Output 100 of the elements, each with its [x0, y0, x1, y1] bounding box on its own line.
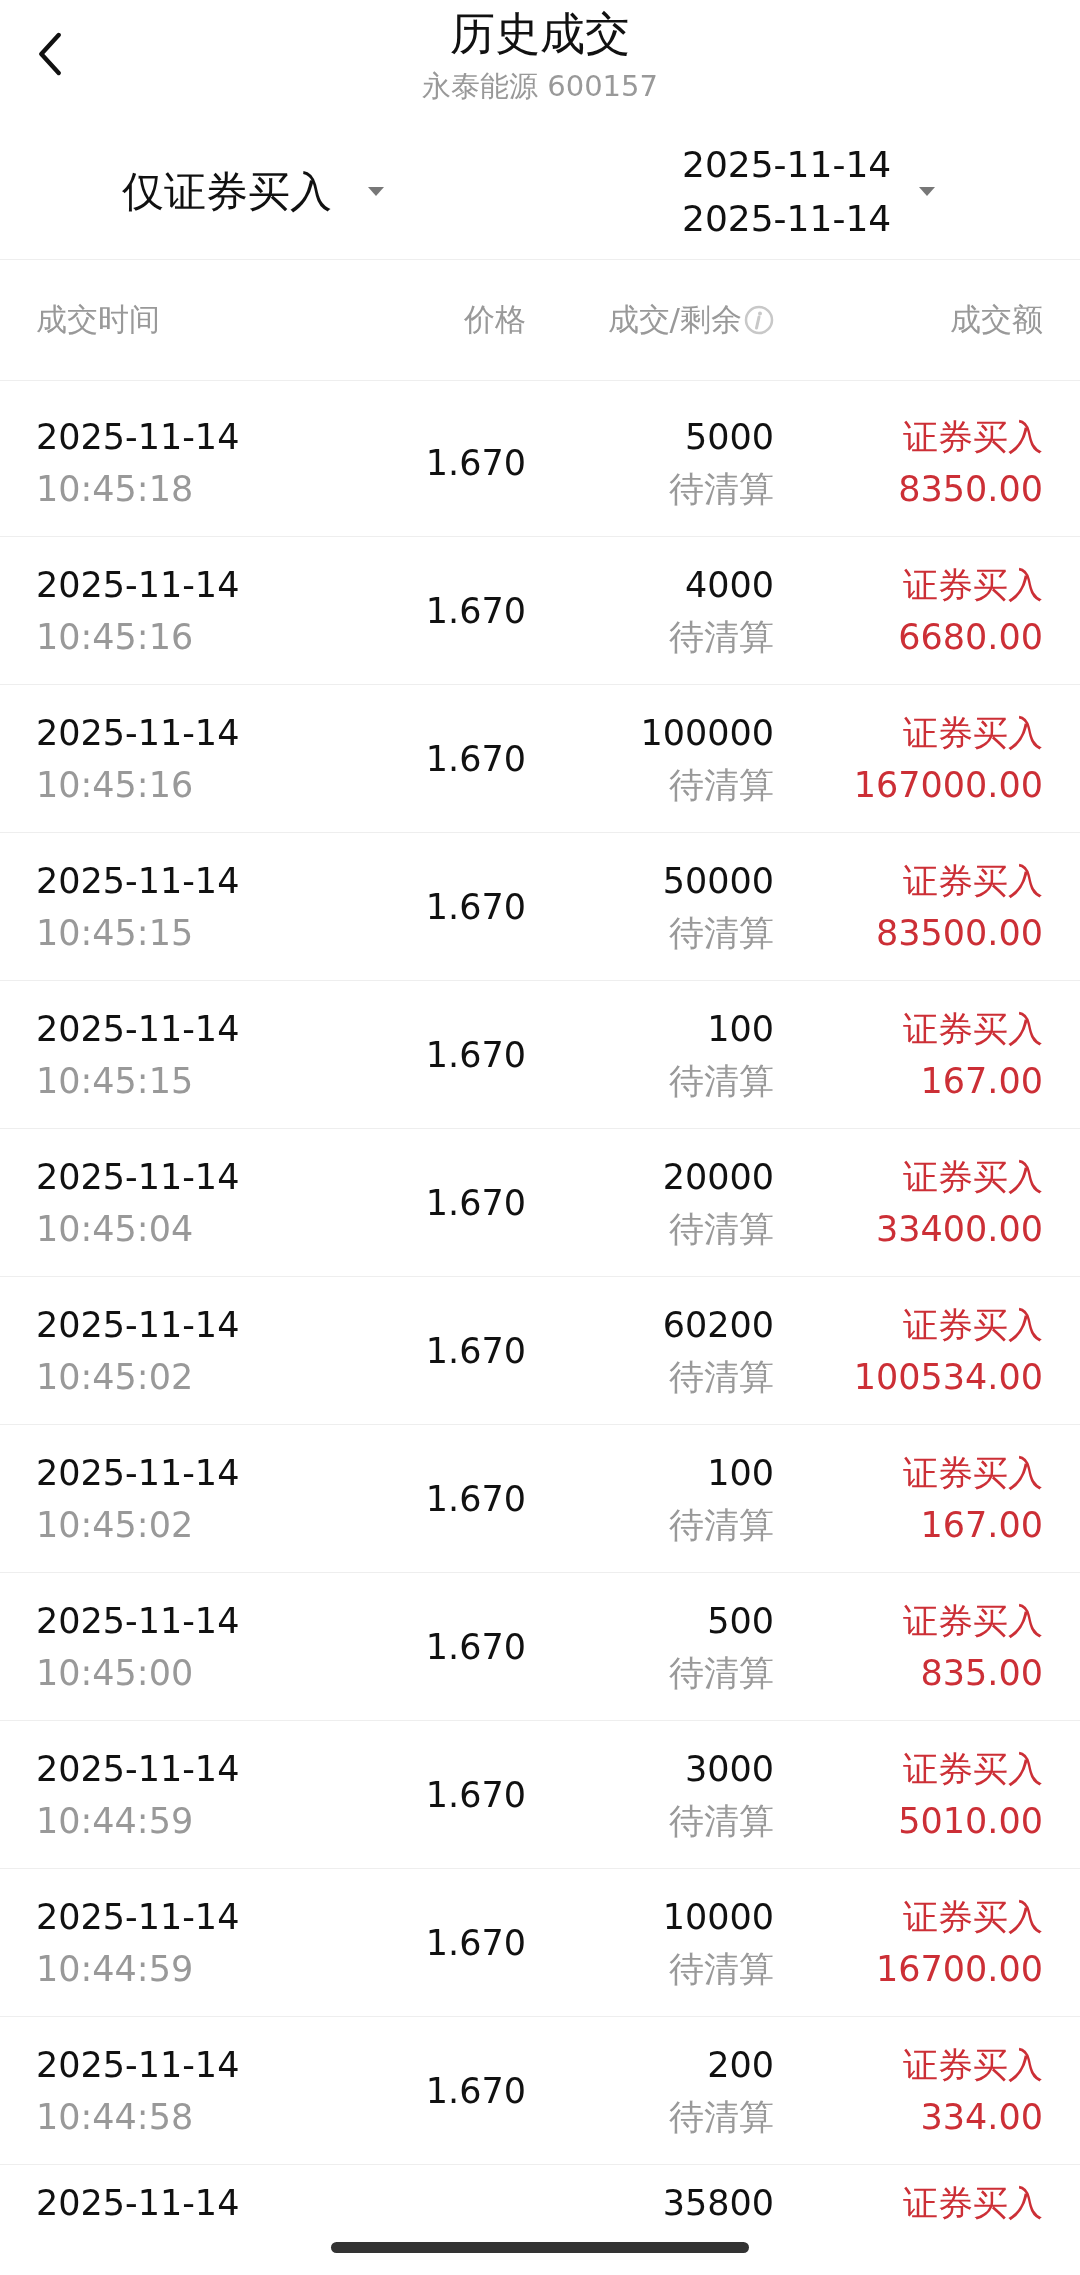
trade-volume: 5000 [684, 415, 774, 459]
trade-side: 证券买入 [903, 1451, 1043, 1495]
settlement-status: 待清算 [669, 1355, 774, 1399]
trade-date: 2025-11-14 [36, 1895, 240, 1939]
trade-volume: 500 [707, 1599, 774, 1643]
end-date: 2025-11-14 [682, 196, 892, 241]
trade-side: 证券买入 [903, 711, 1043, 755]
trade-volume: 100000 [640, 711, 774, 755]
column-header: 成交时间 [36, 300, 161, 339]
trade-amount: 8350.00 [898, 467, 1043, 511]
settlement-status: 待清算 [669, 1947, 774, 1991]
trade-date: 2025-11-14 [36, 2043, 240, 2087]
trade-time: 10:45:18 [36, 467, 194, 511]
type-filter-label: 仅证券买入 [122, 165, 332, 218]
trade-amount: 167000.00 [853, 763, 1043, 807]
trade-price: 1.670 [425, 1033, 526, 1077]
trade-volume: 3000 [684, 1747, 774, 1791]
trade-side: 证券买入 [903, 1895, 1043, 1939]
trade-side: 证券买入 [903, 563, 1043, 607]
trade-volume: 35800 [662, 2182, 774, 2225]
trade-date: 2025-11-14 [36, 563, 240, 607]
column-header: 成交/剩余 [607, 300, 742, 339]
trade-time: 10:45:15 [36, 911, 194, 955]
trade-side: 证券买入 [903, 1007, 1043, 1051]
back-icon[interactable] [37, 32, 63, 76]
trade-date: 2025-11-14 [36, 1155, 240, 1199]
trade-volume: 60200 [662, 1303, 774, 1347]
settlement-status: 待清算 [669, 2095, 774, 2139]
trade-amount: 5010.00 [898, 1799, 1043, 1843]
trade-time: 10:45:00 [36, 1651, 194, 1695]
trade-time: 10:45:04 [36, 1207, 194, 1251]
settlement-status: 待清算 [669, 1207, 774, 1251]
trade-volume: 20000 [662, 1155, 774, 1199]
trade-date: 2025-11-14 [36, 1451, 240, 1495]
trade-amount: 83500.00 [876, 911, 1043, 955]
trade-side: 证券买入 [903, 859, 1043, 903]
trade-price: 1.670 [425, 1773, 526, 1817]
trade-time: 10:45:15 [36, 1059, 194, 1103]
settlement-status: 待清算 [669, 615, 774, 659]
trade-time: 10:45:16 [36, 763, 194, 807]
trade-price: 1.670 [425, 737, 526, 781]
trade-volume: 100 [707, 1007, 774, 1051]
settlement-status: 待清算 [669, 1799, 774, 1843]
trade-price: 1.670 [425, 1477, 526, 1521]
trade-volume: 50000 [662, 859, 774, 903]
trade-price: 1.670 [425, 885, 526, 929]
trade-amount: 167.00 [920, 1059, 1043, 1103]
settlement-status: 待清算 [669, 763, 774, 807]
trade-price: 1.670 [425, 441, 526, 485]
trade-time: 10:45:16 [36, 615, 194, 659]
settlement-status: 待清算 [669, 911, 774, 955]
trade-amount: 6680.00 [898, 615, 1043, 659]
trade-side: 证券买入 [903, 1303, 1043, 1347]
page-title: 历史成交 [450, 6, 630, 62]
trade-volume: 4000 [684, 563, 774, 607]
column-header: 成交额 [950, 300, 1043, 339]
settlement-status: 待清算 [669, 467, 774, 511]
trade-volume: 200 [707, 2043, 774, 2087]
date-range-dropdown[interactable]: 2025-11-14 2025-11-14 [682, 137, 936, 246]
trade-side: 证券买入 [903, 415, 1043, 459]
trade-price: 1.670 [425, 1329, 526, 1373]
trade-amount: 835.00 [920, 1651, 1043, 1695]
trade-amount: 100534.00 [853, 1355, 1043, 1399]
settlement-status: 待清算 [669, 1651, 774, 1695]
trade-side: 证券买入 [903, 1599, 1043, 1643]
caret-icon [919, 186, 936, 197]
trade-side: 证券买入 [903, 1155, 1043, 1199]
trade-date: 2025-11-14 [36, 2182, 240, 2225]
trade-amount: 334.00 [920, 2095, 1043, 2139]
trade-amount: 33400.00 [876, 1207, 1043, 1251]
trade-amount: 16700.00 [876, 1947, 1043, 1991]
trade-time: 10:44:59 [36, 1947, 194, 1991]
trade-amount: 167.00 [920, 1503, 1043, 1547]
trade-side: 证券买入 [903, 1747, 1043, 1791]
trade-date: 2025-11-14 [36, 1007, 240, 1051]
trade-side: 证券买入 [903, 2182, 1043, 2225]
settlement-status: 待清算 [669, 1059, 774, 1103]
column-header: 价格 [464, 300, 526, 339]
trade-time: 10:44:59 [36, 1799, 194, 1843]
trade-price: 1.670 [425, 2069, 526, 2113]
trade-volume: 100 [707, 1451, 774, 1495]
trade-date: 2025-11-14 [36, 859, 240, 903]
trade-date: 2025-11-14 [36, 711, 240, 755]
trade-time: 10:44:58 [36, 2095, 194, 2139]
trade-volume: 10000 [662, 1895, 774, 1939]
trade-price: 1.670 [425, 589, 526, 633]
trade-price: 1.670 [425, 1625, 526, 1669]
trade-date: 2025-11-14 [36, 415, 240, 459]
trade-date: 2025-11-14 [36, 1599, 240, 1643]
start-date: 2025-11-14 [682, 142, 892, 187]
trade-date: 2025-11-14 [36, 1747, 240, 1791]
caret-icon [368, 186, 384, 197]
stock-name: 永泰能源 600157 [422, 68, 658, 105]
trade-time: 10:45:02 [36, 1503, 194, 1547]
type-filter-dropdown[interactable]: 仅证券买入 [122, 163, 682, 220]
trade-time: 10:45:02 [36, 1355, 194, 1399]
settlement-status: 待清算 [669, 1503, 774, 1547]
trade-date: 2025-11-14 [36, 1303, 240, 1347]
trade-price: 1.670 [425, 1181, 526, 1225]
trade-side: 证券买入 [903, 2043, 1043, 2087]
